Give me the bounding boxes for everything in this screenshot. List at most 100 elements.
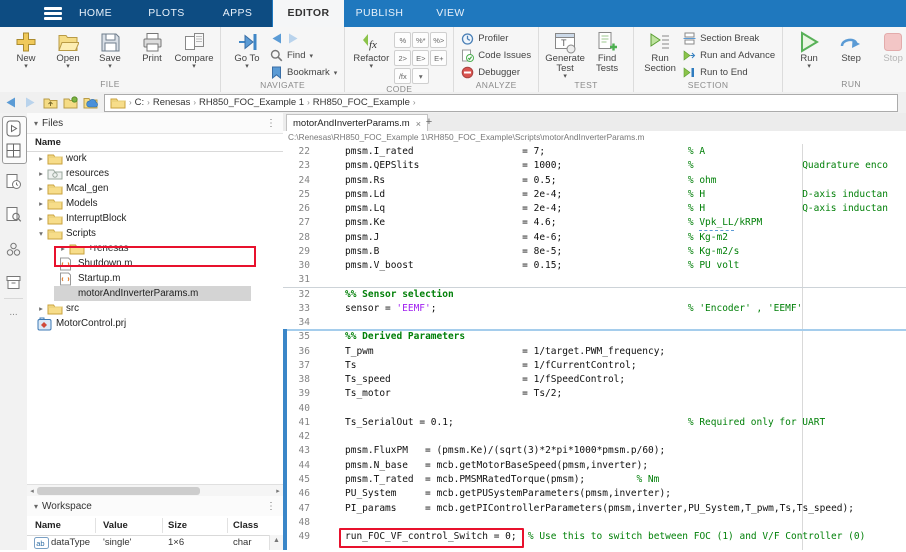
code-tool-icon[interactable]: %* xyxy=(412,32,429,48)
code-line-25[interactable]: 25pmsm.Ld= 2e-4;% HD-axis inductan xyxy=(283,188,906,203)
chevron-down-icon[interactable]: ▾ xyxy=(66,64,70,70)
refactor-button[interactable]: fxRefactor▾ xyxy=(352,30,390,70)
folder-open-new-icon[interactable] xyxy=(60,94,80,111)
line-number[interactable]: 27 xyxy=(283,216,310,230)
line-number[interactable]: 48 xyxy=(283,516,310,530)
line-number[interactable]: 31 xyxy=(283,273,310,287)
code-line-34[interactable]: 34 xyxy=(283,316,906,331)
code-line-31[interactable]: 31 xyxy=(283,273,906,288)
chevron-down-icon[interactable]: ▾ xyxy=(370,64,374,70)
line-number[interactable]: 43 xyxy=(283,444,310,458)
line-number[interactable]: 32 xyxy=(283,288,310,302)
save-button[interactable]: Save▾ xyxy=(91,30,129,70)
line-number[interactable]: 22 xyxy=(283,145,310,159)
tree-item-mcal-gen[interactable]: ▸Mcal_gen xyxy=(27,181,283,196)
tree-item-models[interactable]: ▸Models xyxy=(27,196,283,211)
code-tool-icon[interactable]: 2> xyxy=(394,50,411,66)
tree-item-scripts[interactable]: ▾Scripts xyxy=(27,226,283,241)
generate-test-button[interactable]: TGenerate Test▾ xyxy=(546,30,584,80)
scroll-up-icon[interactable]: ▲ xyxy=(270,535,283,547)
more-icon[interactable]: ... xyxy=(4,303,23,322)
code-issues-button[interactable]: Code Issues xyxy=(461,48,531,63)
code-tool-icon[interactable]: E+ xyxy=(430,50,447,66)
code-tool-icon[interactable]: % xyxy=(394,32,411,48)
expander-icon[interactable]: ▸ xyxy=(35,304,47,313)
tree-item--renesas[interactable]: ▸+renesas xyxy=(27,241,283,256)
expander-icon[interactable]: ▸ xyxy=(35,184,47,193)
collapse-icon[interactable]: ▾ xyxy=(34,119,38,128)
code-editor[interactable]: 22pmsm.I_rated= 7;% A23pmsm.QEPSlits= 10… xyxy=(283,144,906,550)
run-section-button[interactable]: Run Section xyxy=(641,30,679,74)
code-line-39[interactable]: 39Ts_motor= Ts/2; xyxy=(283,387,906,402)
expander-icon[interactable]: ▸ xyxy=(35,169,47,178)
workspace-column-name[interactable]: Name xyxy=(35,516,61,535)
scroll-left-icon[interactable]: ◂ xyxy=(27,487,37,495)
line-number[interactable]: 47 xyxy=(283,502,310,516)
scrollbar-thumb[interactable] xyxy=(37,487,200,495)
tree-item-motorcontrol-prj[interactable]: MotorControl.prj xyxy=(27,316,283,331)
files-column-header[interactable]: Name xyxy=(27,134,283,152)
breadcrumb-item[interactable]: RH850_FOC_Example 1 xyxy=(199,97,304,108)
code-line-40[interactable]: 40 xyxy=(283,402,906,417)
chevron-down-icon[interactable]: ▾ xyxy=(108,64,112,70)
code-line-28[interactable]: 28pmsm.J= 4e-6;% Kg-m2 xyxy=(283,231,906,246)
code-line-37[interactable]: 37Ts= 1/fCurrentControl; xyxy=(283,359,906,374)
breadcrumb-separator[interactable]: › xyxy=(413,98,416,107)
go-to-button[interactable]: Go To▾ xyxy=(228,30,266,70)
breadcrumb-separator[interactable]: › xyxy=(193,98,196,107)
code-line-49[interactable]: 49run_FOC_VF_control_Switch = 0;% Use th… xyxy=(283,530,906,545)
line-number[interactable]: 39 xyxy=(283,387,310,401)
line-number[interactable]: 42 xyxy=(283,430,310,444)
expander-icon[interactable]: ▾ xyxy=(35,229,47,238)
cluster-icon[interactable] xyxy=(4,240,23,259)
tree-item-startup-m[interactable]: Startup.m xyxy=(27,271,283,286)
tree-item-motorandinverterparams-m[interactable]: motorAndInverterParams.m xyxy=(27,286,283,301)
workspace-vertical-scrollbar[interactable]: ▲ xyxy=(269,535,283,550)
line-number[interactable]: 49 xyxy=(283,530,310,544)
grid-layout-icon[interactable] xyxy=(4,141,23,160)
section-break-button[interactable]: Section Break xyxy=(683,31,775,46)
breadcrumb-separator[interactable]: › xyxy=(147,98,150,107)
chevron-down-icon[interactable]: ▾ xyxy=(807,64,811,70)
code-tool-icon[interactable]: E> xyxy=(412,50,429,66)
column-separator[interactable] xyxy=(227,518,228,533)
code-tool-icon[interactable]: %> xyxy=(430,32,447,48)
toolstrip-tab-plots[interactable]: PLOTS xyxy=(131,0,202,27)
new-document-icon[interactable]: + xyxy=(421,114,437,130)
code-line-22[interactable]: 22pmsm.I_rated= 7;% A xyxy=(283,145,906,160)
document-play-icon[interactable] xyxy=(4,119,23,138)
document-tab[interactable]: motorAndInverterParams.m × xyxy=(286,114,428,132)
chevron-down-icon[interactable]: ▾ xyxy=(334,69,338,77)
run-to-end-button[interactable]: Run to End xyxy=(683,65,775,80)
chevron-down-icon[interactable]: ▾ xyxy=(245,64,249,70)
code-line-43[interactable]: 43pmsm.FluxPM= (pmsm.Ke)/(sqrt(3)*2*pi*1… xyxy=(283,444,906,459)
tree-item-shutdown-m[interactable]: Shutdown.m xyxy=(27,256,283,271)
line-number[interactable]: 40 xyxy=(283,402,310,416)
breadcrumb-item[interactable]: Renesas xyxy=(153,97,191,108)
column-separator[interactable] xyxy=(162,518,163,533)
code-line-29[interactable]: 29pmsm.B= 8e-5;% Kg-m2/s xyxy=(283,245,906,260)
scroll-right-icon[interactable]: ▸ xyxy=(273,487,283,495)
breadcrumb[interactable]: ›C:›Renesas›RH850_FOC_Example 1›RH850_FO… xyxy=(104,94,898,112)
code-line-30[interactable]: 30pmsm.V_boost= 0.15;% PU volt xyxy=(283,259,906,274)
breadcrumb-item[interactable]: C: xyxy=(135,97,145,108)
breadcrumb-item[interactable]: RH850_FOC_Example xyxy=(313,97,410,108)
collapse-icon[interactable]: ▾ xyxy=(34,502,38,511)
toolstrip-tab-view[interactable]: VIEW xyxy=(415,0,486,27)
code-line-35[interactable]: 35%% Derived Parameters xyxy=(283,330,906,345)
workspace-column-value[interactable]: Value xyxy=(103,516,128,535)
code-line-44[interactable]: 44pmsm.N_base= mcb.getMotorBaseSpeed(pms… xyxy=(283,459,906,474)
line-number[interactable]: 38 xyxy=(283,373,310,387)
code-line-41[interactable]: 41Ts_SerialOut = 0.1;% Required only for… xyxy=(283,416,906,431)
line-number[interactable]: 44 xyxy=(283,459,310,473)
workspace-column-headers[interactable]: NameValueSizeClass xyxy=(27,516,283,536)
compare-button[interactable]: Compare▾ xyxy=(175,30,213,70)
code-line-23[interactable]: 23pmsm.QEPSlits= 1000;%Quadrature enco xyxy=(283,159,906,174)
open-button[interactable]: Open▾ xyxy=(49,30,87,70)
tree-item-interruptblock[interactable]: ▸InterruptBlock xyxy=(27,211,283,226)
line-number[interactable]: 26 xyxy=(283,202,310,216)
code-tool-icon[interactable]: ▾ xyxy=(412,68,429,84)
file-clock-icon[interactable] xyxy=(4,172,23,191)
bookmark-button[interactable]: Bookmark▾ xyxy=(270,65,337,80)
archive-box-icon[interactable] xyxy=(4,273,23,292)
